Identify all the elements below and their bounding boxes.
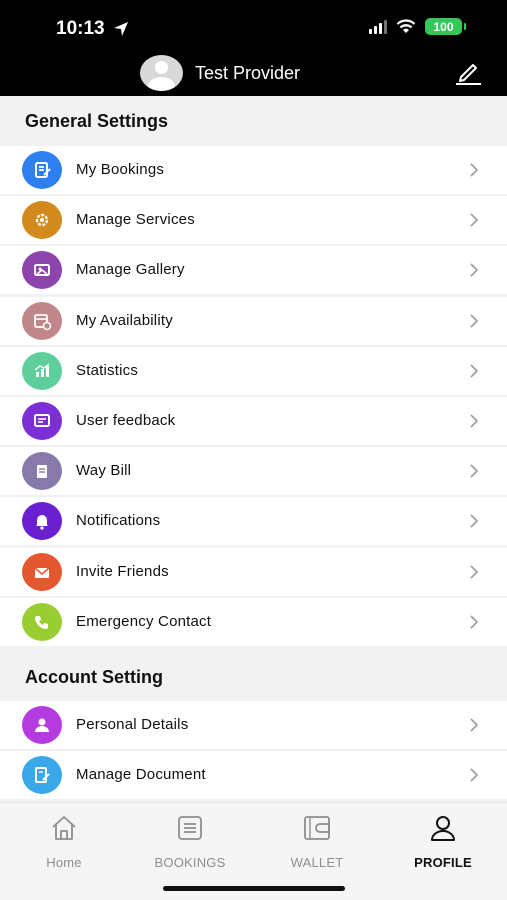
tab-label: PROFILE: [414, 855, 472, 870]
chevron-right-icon: [470, 213, 479, 227]
chevron-right-icon: [470, 464, 479, 478]
tab-label: BOOKINGS: [154, 855, 226, 870]
chart-icon: [22, 351, 62, 390]
account-setting-header: Account Setting: [0, 652, 507, 702]
location-arrow-icon: [113, 22, 128, 36]
menu-item-label: Notifications: [76, 512, 161, 530]
menu-item-way-bill[interactable]: Way Bill: [0, 447, 507, 496]
cellular-signal-icon: [369, 19, 387, 34]
menu-item-label: My Bookings: [76, 161, 165, 178]
tab-wallet[interactable]: WALLET: [262, 813, 372, 870]
menu-item-label: Invite Friends: [76, 562, 169, 580]
menu-item-my-availability[interactable]: My Availability: [0, 296, 507, 345]
menu-item-label: User feedback: [76, 411, 176, 429]
header-user: Test Provider: [140, 55, 300, 91]
tab-label: WALLET: [290, 855, 344, 870]
menu-item-label: Manage Document: [76, 766, 206, 784]
chevron-right-icon: [470, 768, 479, 782]
bell-icon: [22, 502, 62, 541]
general-settings-header: General Settings: [0, 96, 507, 146]
clock-text: 10:13: [56, 18, 105, 39]
menu-item-label: Personal Details: [76, 716, 189, 733]
home-icon: [52, 816, 76, 840]
status-indicators: 100: [369, 18, 466, 35]
battery-level: 100: [433, 19, 454, 34]
services-gear-icon: [22, 201, 62, 240]
person-icon: [22, 706, 62, 744]
menu-item-label: Statistics: [76, 361, 139, 379]
menu-item-user-feedback[interactable]: User feedback: [0, 396, 507, 445]
tab-home[interactable]: Home: [9, 813, 119, 870]
status-time: 10:13: [56, 18, 129, 40]
menu-item-label: Way Bill: [76, 462, 132, 480]
chevron-right-icon: [470, 514, 479, 528]
menu-item-statistics[interactable]: Statistics: [0, 346, 507, 395]
gallery-icon: [22, 251, 62, 290]
feedback-icon: [22, 401, 62, 440]
tab-profile[interactable]: PROFILE: [388, 813, 498, 870]
chevron-right-icon: [470, 263, 479, 277]
menu-item-my-bookings[interactable]: My Bookings: [0, 146, 507, 194]
menu-item-label: Emergency Contact: [76, 612, 212, 630]
list-icon: [178, 816, 202, 840]
menu-item-emergency-contact[interactable]: Emergency Contact: [0, 597, 507, 646]
calendar-clock-icon: [22, 301, 62, 340]
menu-item-manage-gallery[interactable]: Manage Gallery: [0, 246, 507, 295]
wifi-icon: [396, 19, 416, 33]
menu-item-label: Manage Services: [76, 211, 195, 229]
tab-bookings[interactable]: BOOKINGS: [135, 813, 245, 870]
menu-item-manage-services[interactable]: Manage Services: [0, 196, 507, 245]
account-setting-list: Personal Details Manage Document: [0, 701, 507, 801]
bookings-icon: [22, 151, 62, 189]
avatar: [140, 55, 183, 91]
menu-item-personal-details[interactable]: Personal Details: [0, 701, 507, 749]
envelope-icon: [22, 552, 62, 591]
wallet-icon: [304, 816, 330, 840]
header-user-name: Test Provider: [195, 62, 301, 83]
chevron-right-icon: [470, 364, 479, 378]
general-settings-list: My Bookings Manage Services Manage Galle…: [0, 146, 507, 648]
chevron-right-icon: [470, 313, 479, 328]
waybill-icon: [22, 452, 62, 491]
document-edit-icon: [22, 756, 62, 795]
menu-item-notifications[interactable]: Notifications: [0, 497, 507, 546]
chevron-right-icon: [470, 718, 479, 732]
menu-item-invite-friends[interactable]: Invite Friends: [0, 547, 507, 596]
home-indicator: [163, 886, 345, 891]
menu-item-label: Manage Gallery: [76, 261, 185, 279]
chevron-right-icon: [470, 414, 479, 428]
top-bar: 10:13 100 Test Provider: [0, 0, 507, 96]
chevron-right-icon: [470, 163, 479, 177]
menu-item-label: My Availability: [76, 311, 173, 329]
chevron-right-icon: [470, 615, 479, 629]
chevron-right-icon: [470, 564, 479, 579]
edit-pencil-icon[interactable]: [453, 58, 483, 86]
menu-item-manage-document[interactable]: Manage Document: [0, 751, 507, 800]
tab-label: Home: [46, 855, 82, 870]
profile-icon: [431, 816, 455, 841]
battery-indicator: 100: [425, 18, 466, 35]
phone-icon: [22, 602, 62, 641]
